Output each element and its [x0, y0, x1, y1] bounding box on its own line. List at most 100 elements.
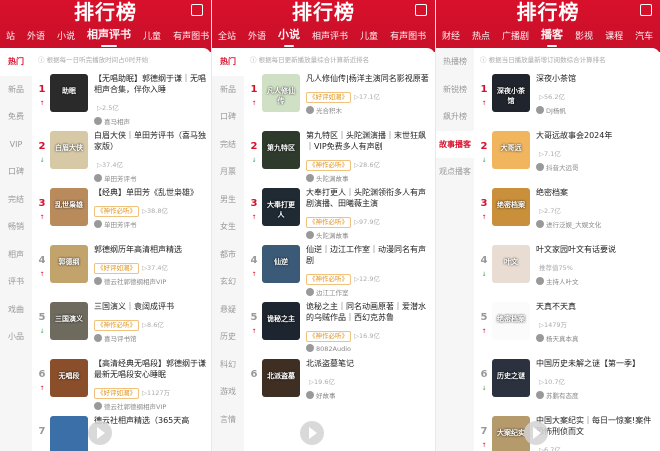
sidebar-item[interactable]: 言情: [212, 406, 244, 434]
cover-image[interactable]: 绝密档案: [492, 302, 530, 340]
tab-5[interactable]: 课程: [599, 29, 629, 48]
item-title[interactable]: 郭德纲历年高清相声精选: [94, 244, 207, 255]
cover-image[interactable]: 大哥远: [492, 131, 530, 169]
cover-image[interactable]: 乱世枭雄: [50, 188, 88, 226]
play-icon[interactable]: [300, 421, 324, 445]
cover-image[interactable]: 三国演义: [50, 302, 88, 340]
author[interactable]: 德云社郭德纲相声VIP: [94, 401, 207, 411]
author[interactable]: 光合积木: [306, 105, 431, 115]
sidebar-item[interactable]: 热门: [0, 48, 32, 76]
cover-image[interactable]: 历史之谜: [492, 359, 530, 397]
list-item[interactable]: 2 ↓ 大哥远 大哥远故事会2024年 ▷7.1亿 抖音大远哥: [474, 127, 660, 184]
sidebar-item[interactable]: 故事播客: [436, 130, 474, 158]
tab-2[interactable]: 广播剧: [496, 29, 535, 48]
play-icon[interactable]: [88, 421, 112, 445]
item-title[interactable]: 三国演义｜袁阔成评书: [94, 301, 207, 312]
list-item[interactable]: 4 ↑ 仙逆 仙逆｜边江工作室｜动漫同名有声剧 《神作必听》 ▷12.9亿 边江工…: [244, 241, 435, 298]
cover-image[interactable]: 北派盗墓: [262, 359, 300, 397]
author[interactable]: 主持人叶文: [536, 276, 656, 286]
tab-5[interactable]: 有声图书: [384, 29, 432, 48]
author[interactable]: 抖音大远哥: [536, 162, 656, 172]
sidebar-item[interactable]: 观点播客: [436, 158, 474, 186]
list-item[interactable]: 7 ↑ 大案纪实 中国大案纪实｜每日一惊案!案件恐怖刑侦而文 ▷6.7亿: [474, 412, 660, 451]
list-item[interactable]: 6 北派盗墓 北派盗墓笔记 ▷19.6亿 好故事: [244, 355, 435, 412]
list-item[interactable]: 3 ↑ 大奉打更人 大奉打更人｜头陀渊领衔多人有声剧演播、田曦薇主演 《神作必听…: [244, 184, 435, 241]
sidebar-item[interactable]: 科幻: [212, 351, 244, 379]
tab-4[interactable]: 儿童: [354, 29, 384, 48]
sidebar-item[interactable]: 畅销: [0, 213, 32, 241]
cover-image[interactable]: 诡秘之主: [262, 302, 300, 340]
item-title[interactable]: 白眉大侠｜单田芳评书（喜马独家版）: [94, 130, 207, 152]
sidebar-item[interactable]: VIP: [0, 131, 32, 159]
sidebar-item[interactable]: 戏曲: [0, 296, 32, 324]
item-title[interactable]: 仙逆｜边江工作室｜动漫同名有声剧: [306, 244, 431, 266]
sidebar-item[interactable]: 飙升榜: [436, 103, 474, 131]
tab-0[interactable]: 全站: [212, 29, 242, 48]
author[interactable]: 进行泛娱_大娱文化: [536, 219, 656, 229]
cover-image[interactable]: 叶文: [492, 245, 530, 283]
item-title[interactable]: 【经典】单田芳《乱世枭雄》: [94, 187, 207, 198]
author[interactable]: 单田芳评书: [94, 173, 207, 183]
list-item[interactable]: 1 ↑ 凡人修仙传 凡人修仙传|杨洋主演同名影视原著 《好评如潮》 ▷17.1亿 …: [244, 70, 435, 127]
author[interactable]: 德云社郭德纲相声VIP: [94, 276, 207, 286]
list-item[interactable]: 1 ↑ 助眠 【无唱助眠】郭德纲于谦｜无唱相声合集，伴你入睡 ▷2.5亿 喜马相…: [32, 70, 211, 127]
list-item[interactable]: 3 ↑ 乱世枭雄 【经典】单田芳《乱世枭雄》 《神作必听》 ▷38.8亿 单田芳评…: [32, 184, 211, 241]
list-item[interactable]: 6 ↑ 无唱段 【高清经典无唱段】郭德纲于谦最新无唱段安心睡眠 《好评如潮》 ▷1…: [32, 355, 211, 412]
list-item[interactable]: 2 ↓ 白眉大侠 白眉大侠｜单田芳评书（喜马独家版） ▷37.4亿 单田芳评书: [32, 127, 211, 184]
sidebar-item[interactable]: 女生: [212, 213, 244, 241]
sidebar-item[interactable]: 热门: [212, 48, 244, 76]
cover-image[interactable]: 凡人修仙传: [262, 74, 300, 112]
tab-5[interactable]: 有声图书: [167, 29, 211, 48]
cover-image[interactable]: 第九特区: [262, 131, 300, 169]
sidebar-item[interactable]: 男生: [212, 186, 244, 214]
tab-6[interactable]: 汽车: [629, 29, 659, 48]
tab-0[interactable]: 财经: [436, 29, 466, 48]
share-icon[interactable]: [640, 4, 652, 16]
sidebar-item[interactable]: 热播榜: [436, 48, 474, 76]
sidebar-item[interactable]: 游戏: [212, 378, 244, 406]
sidebar-item[interactable]: 口碑: [212, 103, 244, 131]
item-title[interactable]: 【无唱助眠】郭德纲于谦｜无唱相声合集，伴你入睡: [94, 73, 207, 95]
item-title[interactable]: 第九特区｜头陀渊演播｜末世狂飙｜VIP免费多人有声剧: [306, 130, 431, 152]
cover-image[interactable]: 无唱段: [50, 359, 88, 397]
sidebar-item[interactable]: 悬疑: [212, 296, 244, 324]
author[interactable]: 好故事: [306, 390, 431, 400]
list-item[interactable]: 6 ↓ 历史之谜 中国历史未解之谜【第一季】 ▷10.7亿 苏鹏有态度: [474, 355, 660, 412]
cover-image[interactable]: 仙逆: [262, 245, 300, 283]
tab-0[interactable]: 站: [0, 29, 21, 48]
share-icon[interactable]: [415, 4, 427, 16]
author[interactable]: DJ杨帆: [536, 105, 656, 115]
item-title[interactable]: 大哥远故事会2024年: [536, 130, 656, 141]
item-title[interactable]: 绝密档案: [536, 187, 656, 198]
cover-image[interactable]: 助眠: [50, 74, 88, 112]
list-item[interactable]: 5 ↑ 绝密档案 天真不天真 ▷1479万 杨天真本真: [474, 298, 660, 355]
sidebar-item[interactable]: 完结: [0, 186, 32, 214]
sidebar-item[interactable]: 新锐榜: [436, 76, 474, 104]
tab-1[interactable]: 热点: [466, 29, 496, 48]
cover-image[interactable]: [50, 416, 88, 451]
author[interactable]: 喜马评书馆: [94, 333, 207, 343]
list-item[interactable]: 1 ↑ 深夜小茶馆 深夜小茶馆 ▷56.2亿 DJ杨帆: [474, 70, 660, 127]
item-title[interactable]: 深夜小茶馆: [536, 73, 656, 84]
tab-4[interactable]: 影视: [569, 29, 599, 48]
list-item[interactable]: 4 ↓ 叶文 叶文家园叶文有话要说 推荐值75% 主持人叶文: [474, 241, 660, 298]
sidebar-item[interactable]: 完结: [212, 131, 244, 159]
list-item[interactable]: 7 德云社相声精选（365天高: [32, 412, 211, 451]
item-title[interactable]: 诡秘之主｜同名动画原著｜爱潜水的乌贼作品｜西幻克苏鲁: [306, 301, 431, 323]
tab-1[interactable]: 外语: [21, 29, 51, 48]
item-title[interactable]: 天真不天真: [536, 301, 656, 312]
cover-image[interactable]: 郭德纲: [50, 245, 88, 283]
author[interactable]: 单田芳评书: [94, 219, 207, 229]
sidebar-item[interactable]: 历史: [212, 323, 244, 351]
item-title[interactable]: 凡人修仙传|杨洋主演同名影视原著: [306, 73, 431, 84]
cover-image[interactable]: 白眉大侠: [50, 131, 88, 169]
sidebar-item[interactable]: 口碑: [0, 158, 32, 186]
sidebar-item[interactable]: 小品: [0, 323, 32, 351]
sidebar-item[interactable]: 新品: [212, 76, 244, 104]
author[interactable]: 边江工作室: [306, 287, 431, 297]
sidebar-item[interactable]: 新品: [0, 76, 32, 104]
list-item[interactable]: 4 ↑ 郭德纲 郭德纲历年高清相声精选 《好评如潮》 ▷37.4亿 德云社郭德纲相…: [32, 241, 211, 298]
sidebar-item[interactable]: 评书: [0, 268, 32, 296]
cover-image[interactable]: 深夜小茶馆: [492, 74, 530, 112]
item-title[interactable]: 中国大案纪实｜每日一惊案!案件恐怖刑侦而文: [536, 415, 656, 437]
